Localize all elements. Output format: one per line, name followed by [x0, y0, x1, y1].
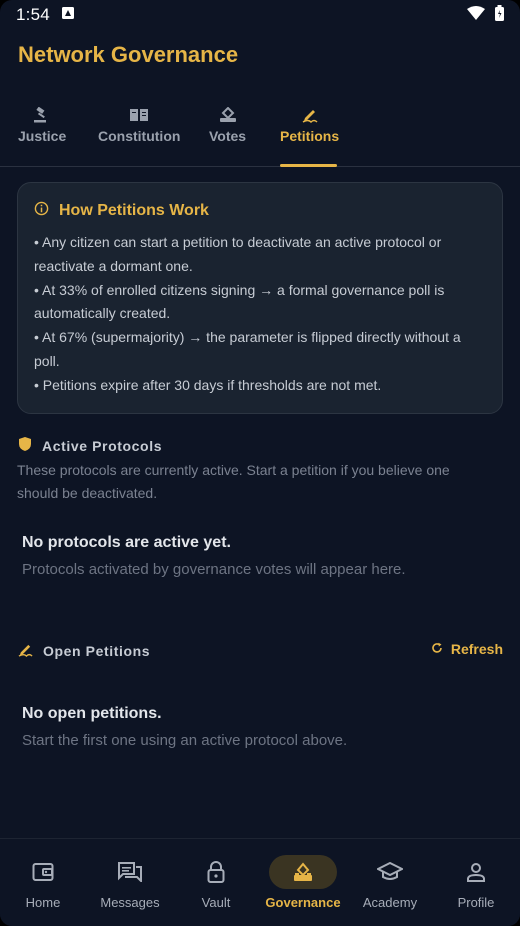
sign-icon	[302, 106, 318, 124]
info-line: automatically created.	[34, 305, 171, 322]
section-title: Active Protocols	[42, 437, 163, 454]
description-line: These protocols are currently active. St…	[17, 462, 450, 478]
open-petitions-header: Open Petitions	[18, 642, 150, 660]
status-time: 1:54	[16, 5, 50, 24]
nav-label: Messages	[100, 895, 160, 910]
active-tab-indicator	[280, 164, 337, 167]
nav-label: Vault	[201, 895, 231, 910]
phone-screen: 1:54 Network Governance Justice Constitu…	[0, 0, 520, 926]
ballot-icon	[269, 855, 337, 889]
gavel-icon	[33, 106, 51, 124]
status-bar: 1:54	[0, 0, 520, 30]
refresh-button[interactable]: Refresh	[431, 641, 503, 657]
battery-icon	[495, 4, 504, 26]
info-line: reactivate a dormant one.	[34, 257, 193, 274]
tab-label: Justice	[18, 128, 67, 144]
person-icon	[442, 855, 510, 889]
info-line: • Any citizen can start a petition to de…	[34, 234, 442, 250]
sign-icon	[18, 642, 33, 660]
tab-petitions[interactable]: Petitions	[280, 106, 339, 144]
notification-icon	[61, 6, 74, 24]
nav-messages[interactable]: Messages	[87, 855, 173, 910]
info-card-title: How Petitions Work	[34, 201, 486, 221]
active-protocols-empty-title: No protocols are active yet.	[22, 534, 231, 551]
wifi-icon	[467, 5, 485, 25]
refresh-icon	[431, 641, 443, 657]
chat-icon	[96, 855, 164, 889]
description-line: should be deactivated.	[17, 485, 158, 501]
refresh-label: Refresh	[450, 641, 503, 657]
ballot-icon	[219, 106, 237, 124]
section-title: Open Petitions	[43, 643, 151, 659]
how-petitions-work-card: How Petitions Work • Any citizen can sta…	[17, 182, 503, 414]
page-title: Network Governance	[18, 42, 239, 67]
governance-tabs: Justice Constitution Votes Petitions	[0, 100, 520, 167]
tab-justice[interactable]: Justice	[18, 106, 66, 144]
nav-label: Home	[25, 895, 61, 910]
shield-icon	[18, 436, 32, 455]
info-line: poll.	[34, 352, 60, 369]
nav-label: Profile	[457, 895, 495, 910]
graduation-cap-icon	[356, 855, 424, 889]
active-protocols-header: Active Protocols	[18, 436, 162, 455]
nav-academy[interactable]: Academy	[347, 855, 433, 910]
tab-constitution[interactable]: Constitution	[98, 106, 180, 144]
info-line: • At 33% of enrolled citizens signing → …	[34, 281, 445, 298]
open-petitions-empty-description: Start the first one using an active prot…	[22, 732, 348, 749]
info-card-title-text: How Petitions Work	[59, 202, 209, 219]
active-protocols-empty-description: Protocols activated by governance votes …	[22, 561, 406, 578]
wallet-icon	[9, 855, 77, 889]
book-icon	[130, 106, 149, 124]
info-line: • Petitions expire after 30 days if thre…	[34, 376, 382, 393]
nav-vault[interactable]: Vault	[173, 855, 259, 910]
nav-governance[interactable]: Governance	[260, 855, 346, 910]
info-icon	[34, 201, 49, 221]
lock-icon	[182, 855, 250, 889]
active-protocols-description: These protocols are currently active. St…	[17, 459, 487, 505]
bottom-navigation: Home Messages Vault Governance Academy P…	[0, 838, 520, 926]
tab-label: Petitions	[280, 128, 340, 144]
info-line: • At 67% (supermajority) → the parameter…	[34, 329, 461, 346]
tab-label: Votes	[209, 128, 247, 144]
nav-label: Academy	[362, 895, 418, 910]
nav-profile[interactable]: Profile	[433, 855, 519, 910]
tab-label: Constitution	[98, 128, 181, 144]
tab-votes[interactable]: Votes	[209, 106, 246, 144]
open-petitions-empty-title: No open petitions.	[22, 705, 162, 722]
nav-label: Governance	[265, 895, 341, 910]
nav-home[interactable]: Home	[0, 855, 86, 910]
